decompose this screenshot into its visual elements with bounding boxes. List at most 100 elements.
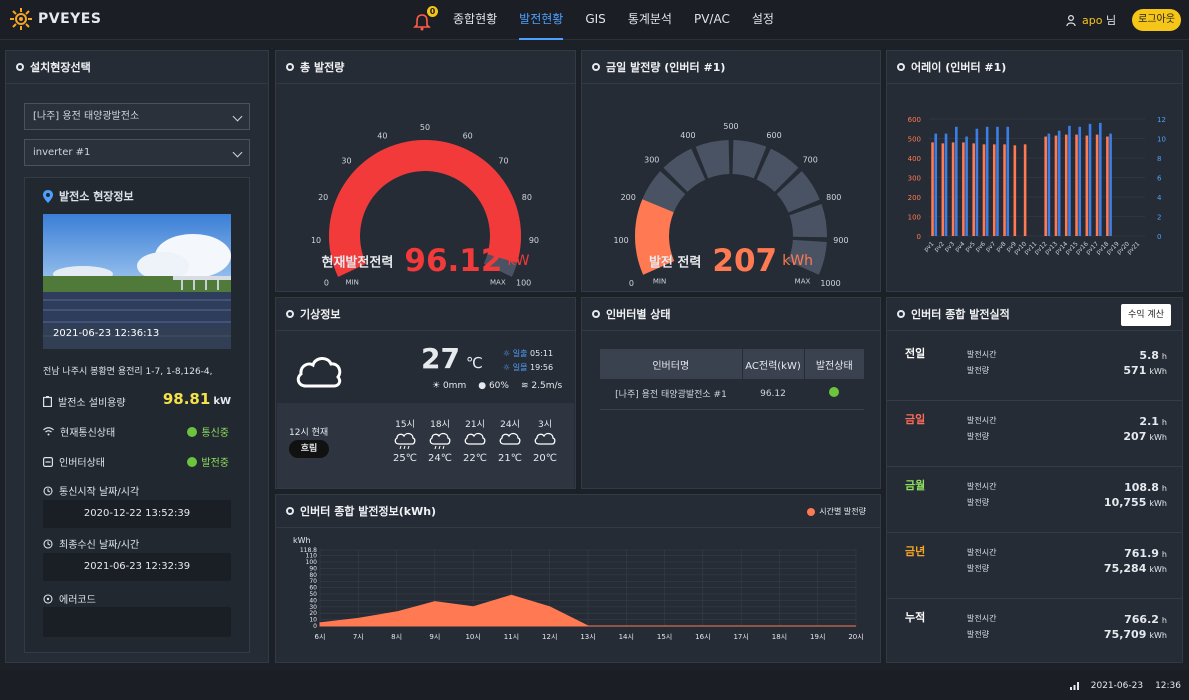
bar-current (955, 126, 958, 236)
forecast-list: 15시 25℃ 18시 24℃ 21시 22℃ 24시 21℃ 3시 20℃ (393, 417, 557, 464)
left-axis-tick: 0 (917, 233, 921, 241)
wind-icon: ≋ (520, 381, 529, 391)
forecast-time: 21시 (465, 420, 485, 430)
total-generation-panel: 총 발전량 0 10 20 30 40 50 60 70 80 90 100 MIN MAX 현재발전전… (275, 50, 576, 292)
bar-energy (941, 143, 945, 236)
bar-energy (1054, 135, 1058, 236)
summary-period: 금월 (905, 479, 926, 492)
x-axis-tick: 12시 (542, 633, 557, 641)
user-info: apo 님 (1066, 12, 1116, 28)
inverter-select[interactable]: inverter #1 (24, 139, 250, 166)
array-panel-header: 어레이 (인버터 #1) (887, 51, 1182, 84)
bullet-icon (286, 63, 294, 71)
summary-energy-label: 발전량 (967, 630, 990, 639)
bullet-icon (897, 310, 905, 318)
forecast-time: 15시 (395, 420, 415, 430)
summary-row: 금일 발전시간 발전량 2.1 h 207 kWh (887, 401, 1183, 467)
col-status: 발전상태 (803, 349, 864, 379)
forecast-time: 18시 (430, 420, 450, 430)
nav-overview[interactable]: 종합현황 (453, 0, 497, 40)
bar-current (1078, 126, 1082, 236)
forecast-item: 18시 24℃ (428, 417, 452, 464)
signal-icon (1069, 682, 1079, 690)
sunrise: ☼ 일출 05:11 (503, 349, 554, 358)
gauge-tick-label: 600 (766, 131, 781, 140)
footer: 2021-06-23 12:36 (0, 670, 1189, 700)
y-axis-tick: 0 (313, 623, 317, 630)
y-axis-tick: 100 (306, 559, 318, 566)
now-label: 12시 현재 (289, 428, 329, 438)
forecast-item: 21시 22℃ (463, 417, 487, 464)
col-ac-power: AC전력(kW) (741, 349, 804, 379)
right-axis-tick: 2 (1157, 214, 1161, 222)
app-title: PVEYES (38, 11, 102, 27)
inverter-icon (43, 456, 53, 467)
sunset-icon: ☼ (503, 363, 511, 372)
logout-button[interactable]: 로그아웃 (1132, 9, 1181, 31)
bar-current (1068, 125, 1071, 236)
gauge-tick-label: 300 (644, 156, 659, 165)
bar-energy (972, 143, 975, 236)
error-code (43, 607, 231, 637)
logo[interactable]: PVEYES (10, 8, 101, 30)
summary-period: 전일 (905, 347, 926, 360)
bar-current (985, 126, 989, 236)
nav-generation[interactable]: 발전현황 (519, 0, 564, 40)
forecast-item: 3시 20℃ (533, 417, 557, 464)
gauge-tick-label: 70 (498, 156, 508, 165)
cell-power: 96.12 (760, 388, 786, 399)
right-axis-tick: 8 (1157, 155, 1161, 163)
site-address: 전남 나주시 봉황면 용전리 1-7, 1-8,126-4, (43, 367, 213, 377)
gauge-tick-label: 400 (680, 131, 695, 140)
bar-current (965, 136, 968, 236)
check-icon (187, 456, 198, 467)
bell-icon[interactable]: 0 (413, 6, 438, 31)
nav-statistics[interactable]: 통계분석 (628, 0, 672, 40)
error-icon (43, 593, 53, 604)
nav-pvac[interactable]: PV/AC (694, 0, 730, 40)
x-axis-tick: 15시 (657, 633, 672, 641)
summary-time-label: 발전시간 (967, 614, 997, 623)
photo-timestamp: 2021-06-23 12:36:13 (53, 328, 160, 339)
gauge-tick-label: 0 (324, 278, 329, 287)
x-axis-tick: 9시 (429, 633, 440, 641)
user-name: apo (1082, 14, 1103, 27)
total-unit: kW (507, 253, 530, 269)
bullet-icon (897, 63, 905, 71)
summary-energy-value: 571 kWh (1123, 364, 1167, 377)
revenue-calc-button[interactable]: 수익 계산 (1121, 304, 1171, 326)
forecast-item: 24시 21℃ (498, 417, 522, 464)
bar-energy (1106, 136, 1109, 236)
nav-gis[interactable]: GIS (585, 0, 605, 40)
summary-period: 누적 (905, 611, 926, 624)
summary-row: 누적 발전시간 발전량 766.2 h 75,709 kWh (887, 599, 1183, 665)
last-label: 최종수신 날짜/시간 (43, 536, 139, 551)
nav-settings[interactable]: 설정 (752, 0, 774, 40)
bar-energy (1003, 144, 1006, 236)
summary-row: 금년 발전시간 발전량 761.9 h 75,284 kWh (887, 533, 1183, 599)
footer-date: 2021-06-23 (1090, 681, 1144, 691)
history-icon (43, 538, 53, 549)
site-select[interactable]: [나주] 용전 태양광발전소 (24, 103, 250, 130)
gauge-tick-label: 50 (420, 123, 430, 132)
today-readout: 발전 전력 207 kWh (582, 243, 880, 279)
forecast-strip: 12시 현재 흐림 15시 25℃ 18시 24℃ 21시 22℃ 24시 21℃ 3시… (277, 403, 574, 488)
left-axis-tick: 400 (908, 155, 921, 163)
bullet-icon (16, 63, 24, 71)
main-nav: 0 종합현황 발전현황 GIS 통계분석 PV/AC 설정 (413, 0, 796, 40)
cell-status (804, 379, 864, 409)
hourly-chart: kWh0102030405060708090100110118.86시 7시 8시 9… (293, 536, 864, 641)
summary-time-value: 108.8 h (1124, 481, 1167, 494)
humidity-stat: ● 60% (478, 381, 509, 391)
summary-energy-value: 75,284 kWh (1103, 562, 1167, 575)
y-axis-tick: 60 (309, 585, 317, 592)
gauge-tick-label: 100 (516, 278, 531, 287)
forecast-temp: 25℃ (393, 453, 417, 464)
now-state-badge: 흐림 (289, 440, 329, 458)
hourly-legend[interactable]: 시간별 발전량 (807, 506, 866, 517)
bar-current (1099, 122, 1102, 236)
right-axis-tick: 4 (1157, 194, 1162, 202)
table-row[interactable]: [나주] 용전 태양광발전소 #1 96.12 (600, 379, 864, 409)
inverter-status-panel: 인버터별 상태 인버터명 AC전력(kW) 발전상태 [나주] 용전 태양광발전… (581, 297, 881, 489)
rain-stat: ☀ 0mm (432, 381, 467, 391)
